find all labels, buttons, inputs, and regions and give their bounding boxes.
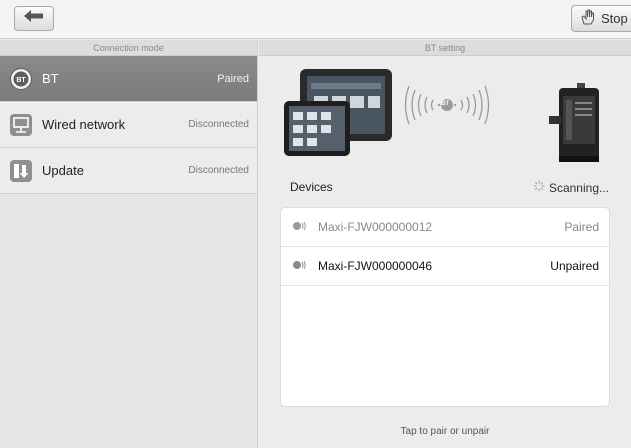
connection-mode-header: Connection mode	[0, 40, 257, 56]
devices-title: Devices	[290, 180, 333, 194]
back-button[interactable]	[14, 6, 54, 31]
mode-status-wired-network: Disconnected	[188, 119, 249, 130]
back-arrow-icon	[23, 9, 45, 28]
bluetooth-device-icon	[292, 218, 306, 236]
device-name: Maxi-FJW000000012	[318, 220, 433, 234]
stop-label: Stop	[601, 11, 628, 26]
mode-item-update[interactable]: Update Disconnected	[0, 148, 257, 194]
mode-item-wired-network[interactable]: Wired network Disconnected	[0, 102, 257, 148]
mode-label-update: Update	[42, 163, 84, 178]
mode-status-bt: Paired	[217, 72, 249, 85]
bt-setting-header: BT setting	[259, 40, 631, 56]
top-toolbar: Stop	[0, 0, 631, 39]
update-icon	[10, 159, 32, 182]
device-status: Unpaired	[550, 259, 599, 273]
device-list: Maxi-FJW000000012 Paired Maxi-FJW0000000…	[280, 207, 610, 407]
svg-text:BT: BT	[16, 77, 26, 84]
mode-label-bt: BT	[42, 71, 59, 86]
wired-network-icon	[10, 113, 32, 136]
bluetooth-icon: BT	[10, 67, 32, 90]
device-row-1[interactable]: Maxi-FJW000000046 Unpaired	[281, 247, 609, 286]
device-row-0[interactable]: Maxi-FJW000000012 Paired	[281, 208, 609, 247]
mode-item-bt[interactable]: BT BT Paired	[0, 56, 257, 102]
bluetooth-device-icon	[292, 257, 306, 275]
device-name: Maxi-FJW000000046	[318, 259, 433, 273]
mode-status-update: Disconnected	[188, 165, 249, 176]
scanning-label: Scanning...	[548, 180, 609, 195]
bt-connection-illustration: BT	[259, 58, 631, 186]
connection-mode-pane: Connection mode BT BT Paired Wired netwo…	[0, 40, 258, 448]
stop-hand-icon	[579, 8, 597, 29]
bt-badge: BT	[441, 101, 449, 107]
pair-hint: Tap to pair or unpair	[400, 426, 490, 437]
device-status: Paired	[564, 220, 599, 234]
spinner-icon	[533, 180, 545, 195]
scanning-indicator: Scanning...	[533, 180, 609, 195]
bt-setting-pane: BT setting BT Devices Scanning... Maxi-F…	[259, 40, 631, 448]
mode-label-wired-network: Wired network	[42, 117, 126, 132]
stop-button[interactable]: Stop	[571, 5, 631, 32]
